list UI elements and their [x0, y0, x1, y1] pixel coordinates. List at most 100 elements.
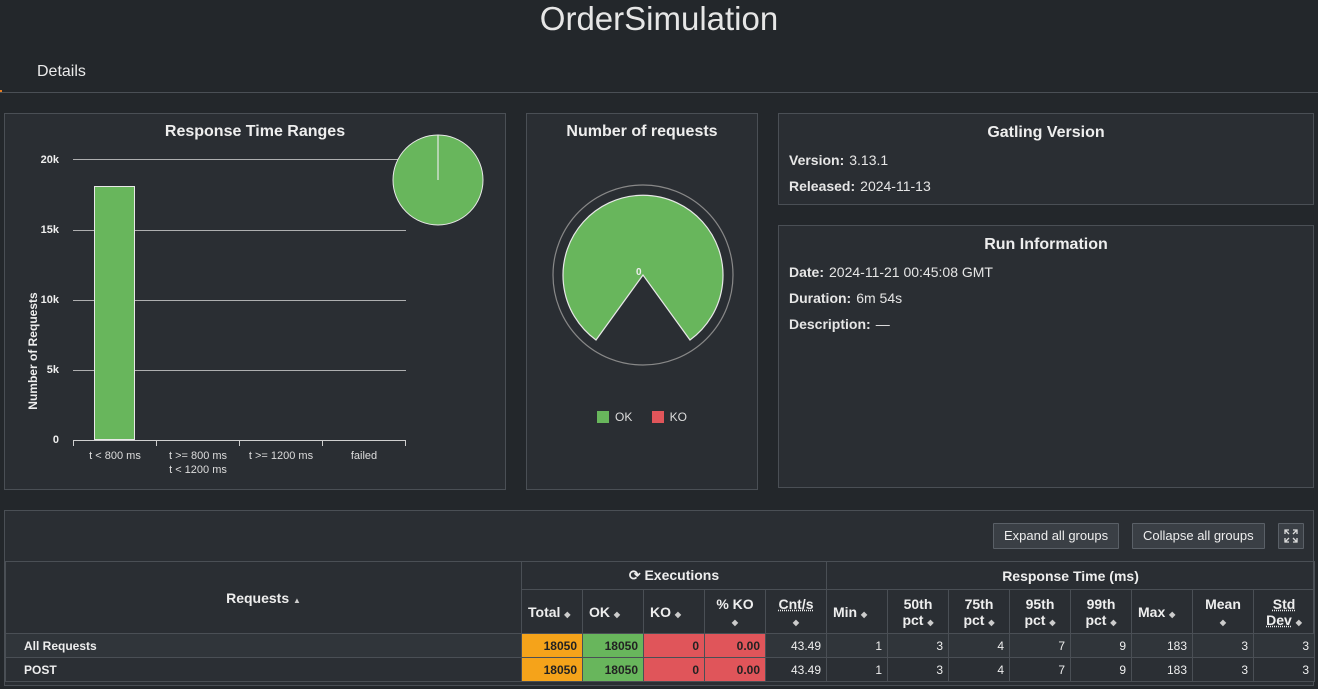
- xtick-label: t < 1200 ms: [169, 464, 227, 476]
- col-p95[interactable]: 95th pct ◆: [1009, 589, 1071, 634]
- fullscreen-button[interactable]: [1278, 523, 1304, 549]
- statistics-panel: Expand all groups Collapse all groups Re…: [4, 510, 1316, 686]
- cell-std-dev: 3: [1252, 633, 1316, 658]
- row-name[interactable]: POST: [5, 657, 522, 682]
- cell-total: 18050: [521, 657, 583, 682]
- col-mean[interactable]: Mean ◆: [1192, 589, 1254, 634]
- col-p99[interactable]: 99th pct ◆: [1070, 589, 1132, 634]
- sort-icon: ◆: [1110, 618, 1117, 627]
- cell-total: 18050: [521, 633, 583, 658]
- cell-mean: 3: [1192, 657, 1254, 682]
- duration-label: Duration:: [789, 290, 852, 306]
- col-p50[interactable]: 50th pct ◆: [887, 589, 949, 634]
- cell-cnt-per-sec: 43.49: [765, 657, 827, 682]
- sort-icon: ◆: [988, 618, 995, 627]
- col-min[interactable]: Min ◆: [826, 589, 888, 634]
- cell-p50: 3: [887, 657, 949, 682]
- description-label: Description:: [789, 316, 871, 332]
- cell-ko: 0: [643, 657, 705, 682]
- col-ok[interactable]: OK ◆: [582, 589, 644, 634]
- col-total[interactable]: Total ◆: [521, 589, 583, 634]
- table-row[interactable]: POST 18050 18050 0 0.00 43.49 1 3 4 7 9 …: [5, 657, 1316, 682]
- xtick-label: t < 800 ms: [89, 450, 141, 462]
- collapse-all-groups-button[interactable]: Collapse all groups: [1132, 523, 1265, 549]
- sort-icon: ◆: [861, 610, 868, 619]
- cell-min: 1: [826, 657, 888, 682]
- sort-icon: ◆: [1169, 610, 1176, 619]
- version-label: Version:: [789, 152, 845, 168]
- col-cnt-per-sec[interactable]: Cnt/s ◆: [765, 589, 827, 634]
- col-pko-label: % KO: [716, 596, 754, 612]
- refresh-icon: ⟳: [628, 567, 641, 583]
- cell-percent-ko: 0.00: [704, 657, 766, 682]
- xtick-label: t >= 1200 ms: [248, 450, 314, 462]
- gridline: [73, 159, 406, 160]
- row-name[interactable]: All Requests: [5, 633, 522, 658]
- ranges-ylabel: Number of Requests: [26, 292, 40, 410]
- col-std-dev[interactable]: Std Dev ◆: [1252, 589, 1316, 634]
- cell-ok: 18050: [582, 633, 644, 658]
- run-title: Run Information: [984, 236, 1108, 253]
- requests-header-label: Requests: [226, 589, 290, 606]
- version-row: Version: 3.13.1: [789, 152, 1313, 169]
- pie-slice-ok: [562, 194, 724, 341]
- date-value: 2024-11-21 00:45:08 GMT: [829, 264, 993, 280]
- cell-p95: 7: [1009, 657, 1071, 682]
- ytick-label: 10k: [40, 294, 59, 306]
- legend-swatch-ko: [651, 411, 664, 423]
- pie-center-label: 0: [636, 267, 642, 278]
- col-p50-label: 50th: [903, 596, 933, 612]
- description-row: Description: —: [789, 316, 1313, 333]
- statistics-table: Requests ▲ ⟳ Executions Response Time (m…: [5, 561, 1316, 682]
- tab-details[interactable]: Details: [37, 63, 86, 81]
- legend-item-ok[interactable]: OK: [596, 410, 633, 424]
- pie-legend: OK KO: [527, 410, 757, 424]
- sort-icon: ◆: [674, 610, 682, 619]
- xtick-label: failed: [350, 450, 378, 462]
- bar-0[interactable]: [94, 186, 135, 440]
- col-max-label: Max: [1138, 604, 1166, 620]
- col-p99-sub: pct: [1085, 612, 1107, 628]
- cell-max: 183: [1131, 633, 1193, 658]
- x-tick-mark: [73, 440, 74, 446]
- col-p95-sub: pct: [1024, 612, 1046, 628]
- cell-cnt-per-sec: 43.49: [765, 633, 827, 658]
- requests-header[interactable]: Requests ▲: [5, 561, 522, 634]
- xtick-label: t >= 800 ms: [168, 450, 228, 462]
- col-p95-label: 95th: [1025, 596, 1055, 612]
- page-title: OrderSimulation: [539, 0, 779, 37]
- duration-row: Duration: 6m 54s: [789, 290, 1313, 307]
- cell-p95: 7: [1009, 633, 1071, 658]
- sort-icon: ◆: [792, 618, 800, 627]
- tab-marker: [0, 90, 2, 92]
- col-mean-label: Mean: [1205, 596, 1241, 612]
- col-max[interactable]: Max ◆: [1131, 589, 1193, 634]
- executions-header: ⟳ Executions: [521, 561, 827, 590]
- legend-item-ko[interactable]: KO: [651, 410, 687, 424]
- table-row[interactable]: All Requests 18050 18050 0 0.00 43.49 1 …: [5, 633, 1316, 658]
- cell-p50: 3: [887, 633, 949, 658]
- expand-all-groups-button[interactable]: Expand all groups: [993, 523, 1120, 549]
- ytick-label: 5k: [46, 364, 59, 376]
- date-row: Date: 2024-11-21 00:45:08 GMT: [789, 264, 1313, 281]
- number-of-requests-panel: Number of requests 0 OK KO: [526, 113, 758, 490]
- sort-asc-icon: ▲: [293, 595, 301, 605]
- sort-icon: ◆: [927, 618, 934, 627]
- col-percent-ko[interactable]: % KO ◆: [704, 589, 766, 634]
- col-p75-label: 75th: [964, 596, 994, 612]
- col-p75[interactable]: 75th pct ◆: [948, 589, 1010, 634]
- cell-p99: 9: [1070, 633, 1132, 658]
- cell-percent-ko: 0.00: [704, 633, 766, 658]
- gatling-title: Gatling Version: [987, 124, 1105, 141]
- ytick-label: 20k: [40, 154, 59, 166]
- date-label: Date:: [789, 264, 825, 280]
- legend-label-ok: OK: [614, 410, 633, 424]
- cell-max: 183: [1131, 657, 1193, 682]
- cell-std-dev: 3: [1252, 657, 1316, 682]
- sort-icon: ◆: [1049, 618, 1056, 627]
- col-ko[interactable]: KO ◆: [643, 589, 705, 634]
- x-tick-mark: [405, 440, 406, 446]
- col-cnts-label: Cnt/s: [778, 596, 814, 612]
- response-time-ranges-panel: Response Time Ranges Number of Requests …: [4, 113, 506, 490]
- count-title: Number of requests: [566, 123, 718, 140]
